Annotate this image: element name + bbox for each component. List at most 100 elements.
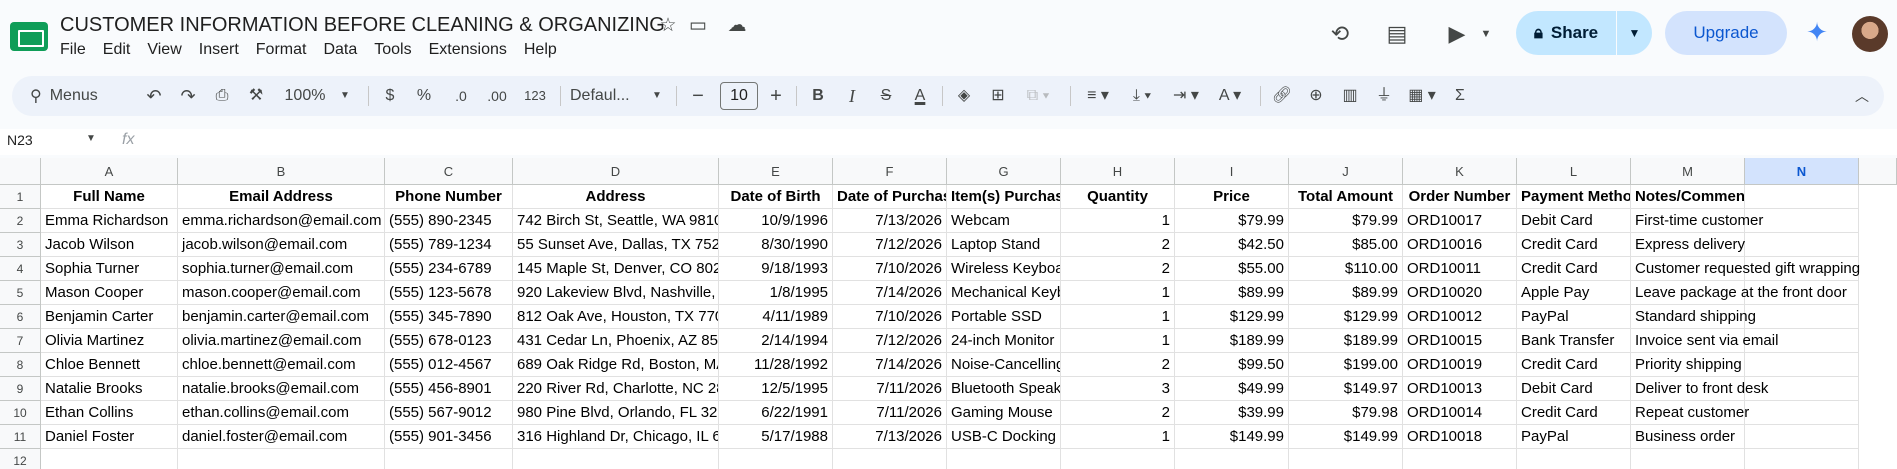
menu-tools[interactable]: Tools [374, 41, 421, 59]
cell-h6[interactable]: 1 [1061, 305, 1175, 329]
cell-b2[interactable]: emma.richardson@email.com [178, 209, 385, 233]
cell-f7[interactable]: 7/12/2026 [833, 329, 947, 353]
meet-icon[interactable]: ▶ [1443, 20, 1471, 48]
cell-m1[interactable]: Notes/Comments [1631, 185, 1745, 209]
menu-insert[interactable]: Insert [199, 41, 249, 59]
menu-extensions[interactable]: Extensions [429, 41, 517, 59]
paint-format-icon[interactable]: ⚒ [242, 76, 270, 116]
row-header-5[interactable]: 5 [0, 281, 41, 305]
cell-f9[interactable]: 7/11/2026 [833, 377, 947, 401]
redo-icon[interactable]: ↷ [174, 76, 202, 116]
fill-color-icon[interactable]: ◈ [950, 76, 978, 116]
text-color-icon[interactable]: A [906, 76, 934, 116]
cell-f10[interactable]: 7/11/2026 [833, 401, 947, 425]
cell-h11[interactable]: 1 [1061, 425, 1175, 449]
cell-a7[interactable]: Olivia Martinez [41, 329, 178, 353]
cell-c8[interactable]: (555) 012-4567 [385, 353, 513, 377]
cell-a10[interactable]: Ethan Collins [41, 401, 178, 425]
percent-format-button[interactable]: % [412, 76, 436, 116]
cell-a6[interactable]: Benjamin Carter [41, 305, 178, 329]
cell-d2[interactable]: 742 Birch St, Seattle, WA 98101 [513, 209, 719, 233]
cell-i1[interactable]: Price [1175, 185, 1289, 209]
cell-m10[interactable]: Repeat customer [1631, 401, 1749, 425]
cell-e3[interactable]: 8/30/1990 [719, 233, 833, 257]
cell-f12[interactable] [833, 449, 947, 469]
row-header-9[interactable]: 9 [0, 377, 41, 401]
cell-j5[interactable]: $89.99 [1289, 281, 1403, 305]
cell-k3[interactable]: ORD10016 [1403, 233, 1517, 257]
cell-g6[interactable]: Portable SSD [947, 305, 1061, 329]
cell-f5[interactable]: 7/14/2026 [833, 281, 947, 305]
cell-a3[interactable]: Jacob Wilson [41, 233, 178, 257]
row-header-2[interactable]: 2 [0, 209, 41, 233]
cell-l6[interactable]: PayPal [1517, 305, 1631, 329]
row-header-6[interactable]: 6 [0, 305, 41, 329]
cell-b9[interactable]: natalie.brooks@email.com [178, 377, 385, 401]
cell-n6[interactable] [1745, 305, 1859, 329]
cell-i12[interactable] [1175, 449, 1289, 469]
cell-d11[interactable]: 316 Highland Dr, Chicago, IL 6 [513, 425, 719, 449]
cell-e5[interactable]: 1/8/1995 [719, 281, 833, 305]
column-header-e[interactable]: E [719, 158, 833, 185]
menu-help[interactable]: Help [524, 41, 567, 59]
cell-d4[interactable]: 145 Maple St, Denver, CO 80202 [513, 257, 719, 281]
cloud-status-icon[interactable]: ☁ [725, 14, 749, 38]
decrease-decimal-button[interactable]: .0 [446, 76, 476, 116]
cell-e12[interactable] [719, 449, 833, 469]
cell-c9[interactable]: (555) 456-8901 [385, 377, 513, 401]
cell-d10[interactable]: 980 Pine Blvd, Orlando, FL 32 [513, 401, 719, 425]
more-formats-button[interactable]: 123 [518, 76, 552, 116]
cell-b11[interactable]: daniel.foster@email.com [178, 425, 385, 449]
cell-i4[interactable]: $55.00 [1175, 257, 1289, 281]
cell-n10[interactable] [1745, 401, 1859, 425]
menu-data[interactable]: Data [323, 41, 367, 59]
cell-j9[interactable]: $149.97 [1289, 377, 1403, 401]
column-header-a[interactable]: A [41, 158, 178, 185]
vertical-align-icon[interactable]: ⤓ ▾ [1122, 76, 1162, 116]
cell-l9[interactable]: Debit Card [1517, 377, 1631, 401]
version-history-icon[interactable]: ⟲ [1326, 20, 1354, 48]
cell-m3[interactable]: Express delivery [1631, 233, 1745, 257]
select-all-corner[interactable] [0, 158, 41, 185]
cell-i5[interactable]: $89.99 [1175, 281, 1289, 305]
column-header-g[interactable]: G [947, 158, 1061, 185]
cell-a1[interactable]: Full Name [41, 185, 178, 209]
column-header-i[interactable]: I [1175, 158, 1289, 185]
cell-j3[interactable]: $85.00 [1289, 233, 1403, 257]
column-header-m[interactable]: M [1631, 158, 1745, 185]
cell-a4[interactable]: Sophia Turner [41, 257, 178, 281]
cell-g3[interactable]: Laptop Stand [947, 233, 1061, 257]
cell-e1[interactable]: Date of Birth [719, 185, 833, 209]
avatar[interactable] [1852, 16, 1888, 52]
cell-m12[interactable] [1631, 449, 1745, 469]
cell-c11[interactable]: (555) 901-3456 [385, 425, 513, 449]
cell-d9[interactable]: 220 River Rd, Charlotte, NC 28 [513, 377, 719, 401]
cell-g9[interactable]: Bluetooth Speaker [947, 377, 1061, 401]
cell-k4[interactable]: ORD10011 [1403, 257, 1517, 281]
cell-g12[interactable] [947, 449, 1061, 469]
cell-e11[interactable]: 5/17/1988 [719, 425, 833, 449]
row-header-11[interactable]: 11 [0, 425, 41, 449]
cell-g2[interactable]: Webcam [947, 209, 1061, 233]
cell-m2[interactable]: First-time customer [1631, 209, 1763, 233]
cell-b12[interactable] [178, 449, 385, 469]
cell-e10[interactable]: 6/22/1991 [719, 401, 833, 425]
cell-e4[interactable]: 9/18/1993 [719, 257, 833, 281]
cell-e7[interactable]: 2/14/1994 [719, 329, 833, 353]
cell-g5[interactable]: Mechanical Keyboard [947, 281, 1061, 305]
cell-i10[interactable]: $39.99 [1175, 401, 1289, 425]
font-select[interactable]: Defaul... [570, 76, 650, 116]
cell-e6[interactable]: 4/11/1989 [719, 305, 833, 329]
cell-l5[interactable]: Apple Pay [1517, 281, 1631, 305]
upgrade-button[interactable]: Upgrade [1665, 11, 1787, 55]
column-header-n[interactable]: N [1745, 158, 1859, 185]
cell-j11[interactable]: $149.99 [1289, 425, 1403, 449]
cell-g1[interactable]: Item(s) Purchased [947, 185, 1061, 209]
menu-edit[interactable]: Edit [103, 41, 141, 59]
sheets-logo-icon[interactable] [10, 22, 48, 51]
bold-icon[interactable]: B [804, 76, 832, 116]
insert-comment-icon[interactable]: ⊕ [1302, 76, 1330, 116]
cell-d6[interactable]: 812 Oak Ave, Houston, TX 77002 [513, 305, 719, 329]
cell-n12[interactable] [1745, 449, 1859, 469]
cell-h4[interactable]: 2 [1061, 257, 1175, 281]
